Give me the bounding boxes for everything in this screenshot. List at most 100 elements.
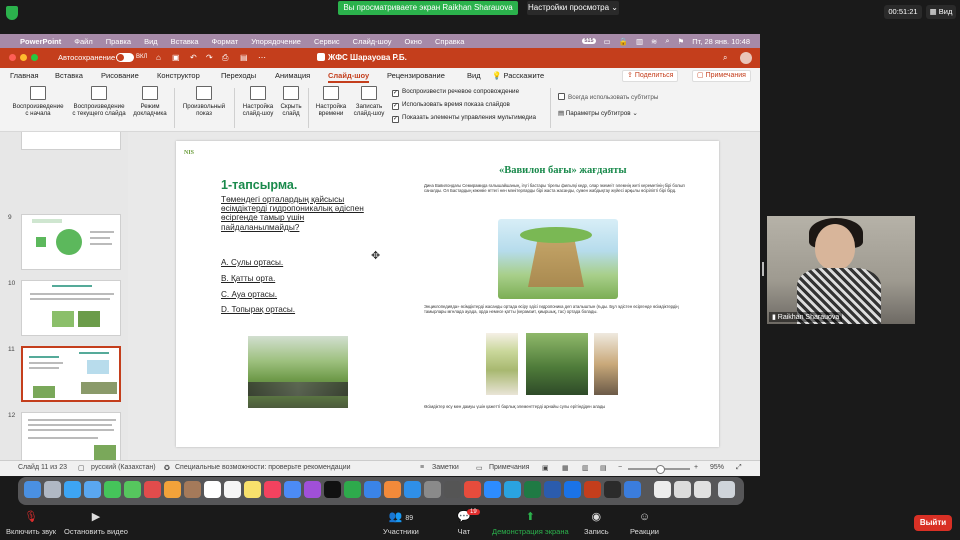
search-icon[interactable]: ⌕	[723, 53, 727, 63]
menu-edit[interactable]: Правка	[106, 37, 131, 46]
media-controls-checkbox[interactable]: ✓ Показать элементы управления мультимеди…	[392, 114, 536, 123]
clock-text[interactable]: Пт, 28 янв. 10:48	[692, 37, 750, 46]
word-icon[interactable]	[544, 481, 561, 498]
tab-animations[interactable]: Анимация	[275, 71, 310, 80]
panel-resize-handle[interactable]	[762, 262, 764, 276]
slide-canvas[interactable]: NIS 1-тапсырма. Төмендегі орталардың қай…	[128, 132, 760, 460]
play-from-start-button[interactable]: Воспроизведение с начала	[10, 86, 66, 117]
maximize-window-icon[interactable]	[31, 54, 38, 61]
zoom-icon[interactable]	[484, 481, 501, 498]
tv-icon[interactable]	[324, 481, 341, 498]
contacts-icon[interactable]	[184, 481, 201, 498]
record-slideshow-button[interactable]: Записать слайд-шоу	[350, 86, 388, 117]
keynote-icon[interactable]	[364, 481, 381, 498]
more-icon[interactable]: ⋯	[258, 53, 266, 62]
slide-thumbnail[interactable]	[21, 280, 121, 336]
close-window-icon[interactable]	[9, 54, 16, 61]
reminders-icon[interactable]	[224, 481, 241, 498]
slideshow-icon[interactable]: ▤	[240, 53, 248, 62]
reactions-button[interactable]: ☺ Реакции	[630, 511, 659, 536]
powerpoint-icon[interactable]	[584, 481, 601, 498]
flag-icon[interactable]: ⚑	[678, 37, 685, 46]
print-icon[interactable]: ⎙	[222, 53, 228, 63]
document-icon[interactable]	[694, 481, 711, 498]
normal-view-icon[interactable]: ▣	[542, 464, 549, 472]
opera-icon[interactable]	[464, 481, 481, 498]
spellcheck-icon[interactable]: ▢	[78, 464, 85, 472]
notes-app-icon[interactable]	[244, 481, 261, 498]
minimize-window-icon[interactable]	[20, 54, 27, 61]
document-icon[interactable]	[674, 481, 691, 498]
menu-insert[interactable]: Вставка	[171, 37, 199, 46]
menu-app[interactable]: PowerPoint	[20, 37, 61, 46]
tab-view[interactable]: Вид	[467, 71, 481, 80]
language-status[interactable]: русский (Казахстан)	[91, 464, 156, 471]
slide-thumbnail[interactable]	[21, 132, 121, 150]
reading-view-icon[interactable]: ▥	[582, 464, 589, 472]
menu-window[interactable]: Окно	[405, 37, 422, 46]
comments-icon[interactable]: ▭	[476, 464, 483, 472]
bars-icon[interactable]: ▥	[636, 37, 643, 46]
share-button[interactable]: ⇪ Поделиться	[622, 70, 679, 82]
terminal-icon[interactable]	[604, 481, 621, 498]
messages-icon[interactable]	[124, 481, 141, 498]
facetime-icon[interactable]	[104, 481, 121, 498]
music-icon[interactable]	[264, 481, 281, 498]
leave-button[interactable]: Выйти	[914, 515, 952, 531]
app-store-icon[interactable]	[404, 481, 421, 498]
setup-slideshow-button[interactable]: Настройка слайд-шоу	[238, 86, 278, 117]
undo-icon[interactable]: ↶	[190, 53, 197, 62]
participant-video[interactable]: ▮ Raikhan Sharauova	[767, 216, 915, 324]
excel-icon[interactable]	[524, 481, 541, 498]
document-icon[interactable]	[654, 481, 671, 498]
tab-transitions[interactable]: Переходы	[221, 71, 256, 80]
tab-slideshow[interactable]: Слайд-шоу	[328, 71, 370, 83]
share-screen-button[interactable]: ⬆ Демонстрация экрана	[492, 511, 569, 536]
save-icon[interactable]: ▣	[172, 53, 180, 62]
maps-icon[interactable]	[144, 481, 161, 498]
slide-thumbnail-selected[interactable]	[21, 346, 121, 402]
menu-arrange[interactable]: Упорядочение	[251, 37, 301, 46]
sorter-view-icon[interactable]: ▦	[562, 464, 569, 472]
utility-icon[interactable]	[444, 481, 461, 498]
notes-icon[interactable]: ≡	[420, 464, 424, 471]
lock-icon[interactable]: 🔒	[619, 37, 628, 46]
settings-icon[interactable]	[424, 481, 441, 498]
status-badge[interactable]: 515	[582, 38, 596, 44]
timings-checkbox[interactable]: ✓ Использовать время показа слайдов	[392, 101, 510, 110]
current-slide[interactable]: NIS 1-тапсырма. Төмендегі орталардың қай…	[176, 141, 719, 447]
calendar-icon[interactable]	[204, 481, 221, 498]
numbers-icon[interactable]	[344, 481, 361, 498]
home-icon[interactable]: ⌂	[156, 53, 161, 62]
autosave-toggle[interactable]	[116, 53, 134, 62]
fit-slide-icon[interactable]: ⤢	[736, 464, 742, 472]
mail-icon[interactable]	[84, 481, 101, 498]
custom-show-button[interactable]: Произвольный показ	[178, 86, 230, 117]
tab-tell-me[interactable]: 💡 Расскажите	[492, 71, 544, 80]
zoom-slider[interactable]	[628, 465, 690, 474]
menu-help[interactable]: Справка	[435, 37, 464, 46]
slide-thumbnail[interactable]	[21, 214, 121, 270]
screen-icon[interactable]: ▭	[604, 37, 611, 46]
photos-icon[interactable]	[164, 481, 181, 498]
play-from-current-button[interactable]: Воспроизведение с текущего слайда	[70, 86, 128, 117]
slide-thumbnail[interactable]	[21, 412, 121, 460]
search-icon[interactable]: ⌕	[665, 36, 669, 46]
tab-draw[interactable]: Рисование	[101, 71, 139, 80]
menu-tools[interactable]: Сервис	[314, 37, 340, 46]
notes-button[interactable]: Заметки	[432, 464, 459, 471]
launchpad-icon[interactable]	[44, 481, 61, 498]
accessibility-icon[interactable]: ✪	[164, 464, 170, 472]
redo-icon[interactable]: ↷	[206, 53, 213, 62]
safari-icon[interactable]	[64, 481, 81, 498]
zoom-out-icon[interactable]: −	[618, 464, 622, 471]
pages-icon[interactable]	[384, 481, 401, 498]
wifi-icon[interactable]: ≋	[651, 37, 657, 46]
zoom-in-icon[interactable]: +	[694, 464, 698, 471]
trash-icon[interactable]	[718, 481, 735, 498]
browser-icon[interactable]	[624, 481, 641, 498]
chrome-icon[interactable]	[284, 481, 301, 498]
stop-video-button[interactable]: ▶ Остановить видео	[64, 511, 128, 536]
video-icon[interactable]	[564, 481, 581, 498]
finder-icon[interactable]	[24, 481, 41, 498]
